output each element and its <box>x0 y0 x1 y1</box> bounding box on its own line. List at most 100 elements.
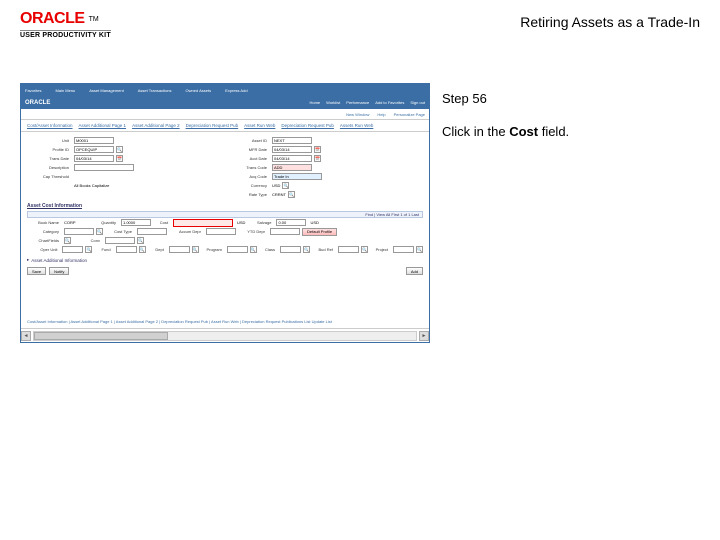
link-newwindow[interactable]: New Window <box>346 112 369 117</box>
link-help[interactable]: Help <box>377 112 385 117</box>
tab[interactable]: Assets Run Web <box>340 123 373 128</box>
lookup-icon[interactable]: 🔍 <box>85 246 92 253</box>
tab[interactable]: Asset Additional Page 2 <box>132 123 180 128</box>
calendar-icon[interactable]: 📅 <box>314 155 321 162</box>
salv-field[interactable]: 0.00 <box>276 219 306 226</box>
tab[interactable]: Cost/Asset Information <box>27 123 73 128</box>
bud-field[interactable] <box>338 246 359 253</box>
tab[interactable]: Depreciation Request Pub <box>281 123 334 128</box>
expand-section[interactable]: ▸ Asset Additional Information <box>27 257 423 263</box>
crumb[interactable]: Express Add <box>225 88 247 93</box>
lookup-icon[interactable]: 🔍 <box>64 237 71 244</box>
instr-pre: Click in the <box>442 124 509 139</box>
unit-field[interactable]: M0001 <box>74 137 114 144</box>
assetid-field[interactable]: NEXT <box>272 137 312 144</box>
desc-label: Description <box>27 165 72 170</box>
desc-field[interactable] <box>74 164 134 171</box>
transdate-field[interactable]: 04/03/14 <box>74 155 114 162</box>
ytd-field[interactable] <box>270 228 300 235</box>
qty-field[interactable]: 1.0000 <box>121 219 151 226</box>
grid-nav[interactable]: Find | View All First 1 of 1 Last <box>365 212 419 217</box>
link-perf[interactable]: Performance <box>346 100 369 105</box>
accum-field[interactable] <box>206 228 236 235</box>
crumb[interactable]: Favorites <box>25 88 41 93</box>
class-field[interactable] <box>280 246 301 253</box>
cf-label: ChartFields <box>27 238 62 243</box>
tab[interactable]: Depreciation Request Pub <box>186 123 239 128</box>
tab[interactable]: Asset Run Web <box>244 123 275 128</box>
arrow-icon: ▸ <box>27 257 29 263</box>
proj-field[interactable] <box>393 246 414 253</box>
calendar-icon[interactable]: 📅 <box>314 146 321 153</box>
footer-tabs-area: Cost/Asset Information | Asset Additiona… <box>21 315 429 324</box>
conv-label: Conv <box>73 238 103 243</box>
capcb-text[interactable]: All Books Capitalize <box>74 183 109 188</box>
cost-label: Cost <box>153 220 171 225</box>
profile-field[interactable]: OPCEQUIP <box>74 146 114 153</box>
cat-field[interactable] <box>64 228 94 235</box>
transcode-label: Trans Code <box>225 165 270 170</box>
oper-label: Oper Unit <box>27 247 60 252</box>
qty-label: Quantity <box>91 220 119 225</box>
book-value: CORP <box>64 220 89 225</box>
lookup-icon[interactable]: 🔍 <box>288 191 295 198</box>
scroll-thumb[interactable] <box>34 332 168 340</box>
currency-label: Currency <box>225 183 270 188</box>
dept-field[interactable] <box>169 246 190 253</box>
scroll-left-button[interactable]: ◄ <box>21 331 31 341</box>
tab[interactable]: Asset Additional Page 1 <box>79 123 127 128</box>
accdate-label: Acct Date <box>225 156 270 161</box>
costtype-field[interactable] <box>137 228 167 235</box>
conv-field[interactable] <box>105 237 135 244</box>
content-area: Favorites Main Menu Asset Management Ass… <box>0 43 720 343</box>
prog-field[interactable] <box>227 246 248 253</box>
scroll-right-button[interactable]: ► <box>419 331 429 341</box>
cat-label: Category <box>27 229 62 234</box>
scrollbar-area: ◄ ► <box>21 328 429 342</box>
lookup-icon[interactable]: 🔍 <box>416 246 423 253</box>
caplimit-label: Cap Threshold <box>27 174 72 179</box>
ytd-label: YTD Depr <box>238 229 268 234</box>
fund-field[interactable] <box>116 246 137 253</box>
lookup-icon[interactable]: 🔍 <box>139 246 146 253</box>
lookup-icon[interactable]: 🔍 <box>282 182 289 189</box>
profile-label: Profile ID <box>27 147 72 152</box>
app-screenshot: Favorites Main Menu Asset Management Ass… <box>20 83 430 343</box>
lookup-icon[interactable]: 🔍 <box>192 246 199 253</box>
link-home[interactable]: Home <box>309 100 320 105</box>
grid-toolbar: Find | View All First 1 of 1 Last <box>27 211 423 218</box>
acqcode-field[interactable]: Trade In <box>272 173 322 180</box>
calendar-icon[interactable]: 📅 <box>116 155 123 162</box>
cost-curr: USD <box>235 220 247 225</box>
link-personalize[interactable]: Personalize Page <box>394 112 425 117</box>
page-tabs: Cost/Asset Information Asset Additional … <box>21 120 429 132</box>
transdate-label: Trans Date <box>27 156 72 161</box>
oper-field[interactable] <box>62 246 83 253</box>
lookup-icon[interactable]: 🔍 <box>250 246 257 253</box>
accdate-field[interactable]: 04/03/14 <box>272 155 312 162</box>
lookup-icon[interactable]: 🔍 <box>96 228 103 235</box>
lookup-icon[interactable]: 🔍 <box>303 246 310 253</box>
cost-field[interactable] <box>173 219 233 227</box>
notify-button[interactable]: Notify <box>49 267 69 275</box>
crumb[interactable]: Asset Transactions <box>138 88 172 93</box>
scroll-track[interactable] <box>33 331 417 341</box>
link-signout[interactable]: Sign out <box>410 100 425 105</box>
lookup-icon[interactable]: 🔍 <box>137 237 144 244</box>
transcode-field[interactable]: ADD <box>272 164 312 171</box>
footer-tabs[interactable]: Cost/Asset Information | Asset Additiona… <box>27 319 423 324</box>
lookup-icon[interactable]: 🔍 <box>116 146 123 153</box>
logo-block: ORACLE TM USER PRODUCTIVITY KIT <box>20 10 111 39</box>
add-button[interactable]: Add <box>406 267 423 275</box>
save-button[interactable]: Save <box>27 267 46 275</box>
crumb[interactable]: Owned Assets <box>186 88 212 93</box>
mfrdate-field[interactable]: 04/03/14 <box>272 146 312 153</box>
link-worklist[interactable]: Worklist <box>326 100 340 105</box>
default-profile-button[interactable]: Default Profile <box>302 228 337 236</box>
crumb[interactable]: Asset Management <box>89 88 123 93</box>
link-fav[interactable]: Add to Favorites <box>375 100 404 105</box>
page-header: ORACLE TM USER PRODUCTIVITY KIT Retiring… <box>0 0 720 43</box>
crumb[interactable]: Main Menu <box>55 88 75 93</box>
lookup-icon[interactable]: 🔍 <box>361 246 368 253</box>
acqcode-label: Acq Code <box>225 174 270 179</box>
